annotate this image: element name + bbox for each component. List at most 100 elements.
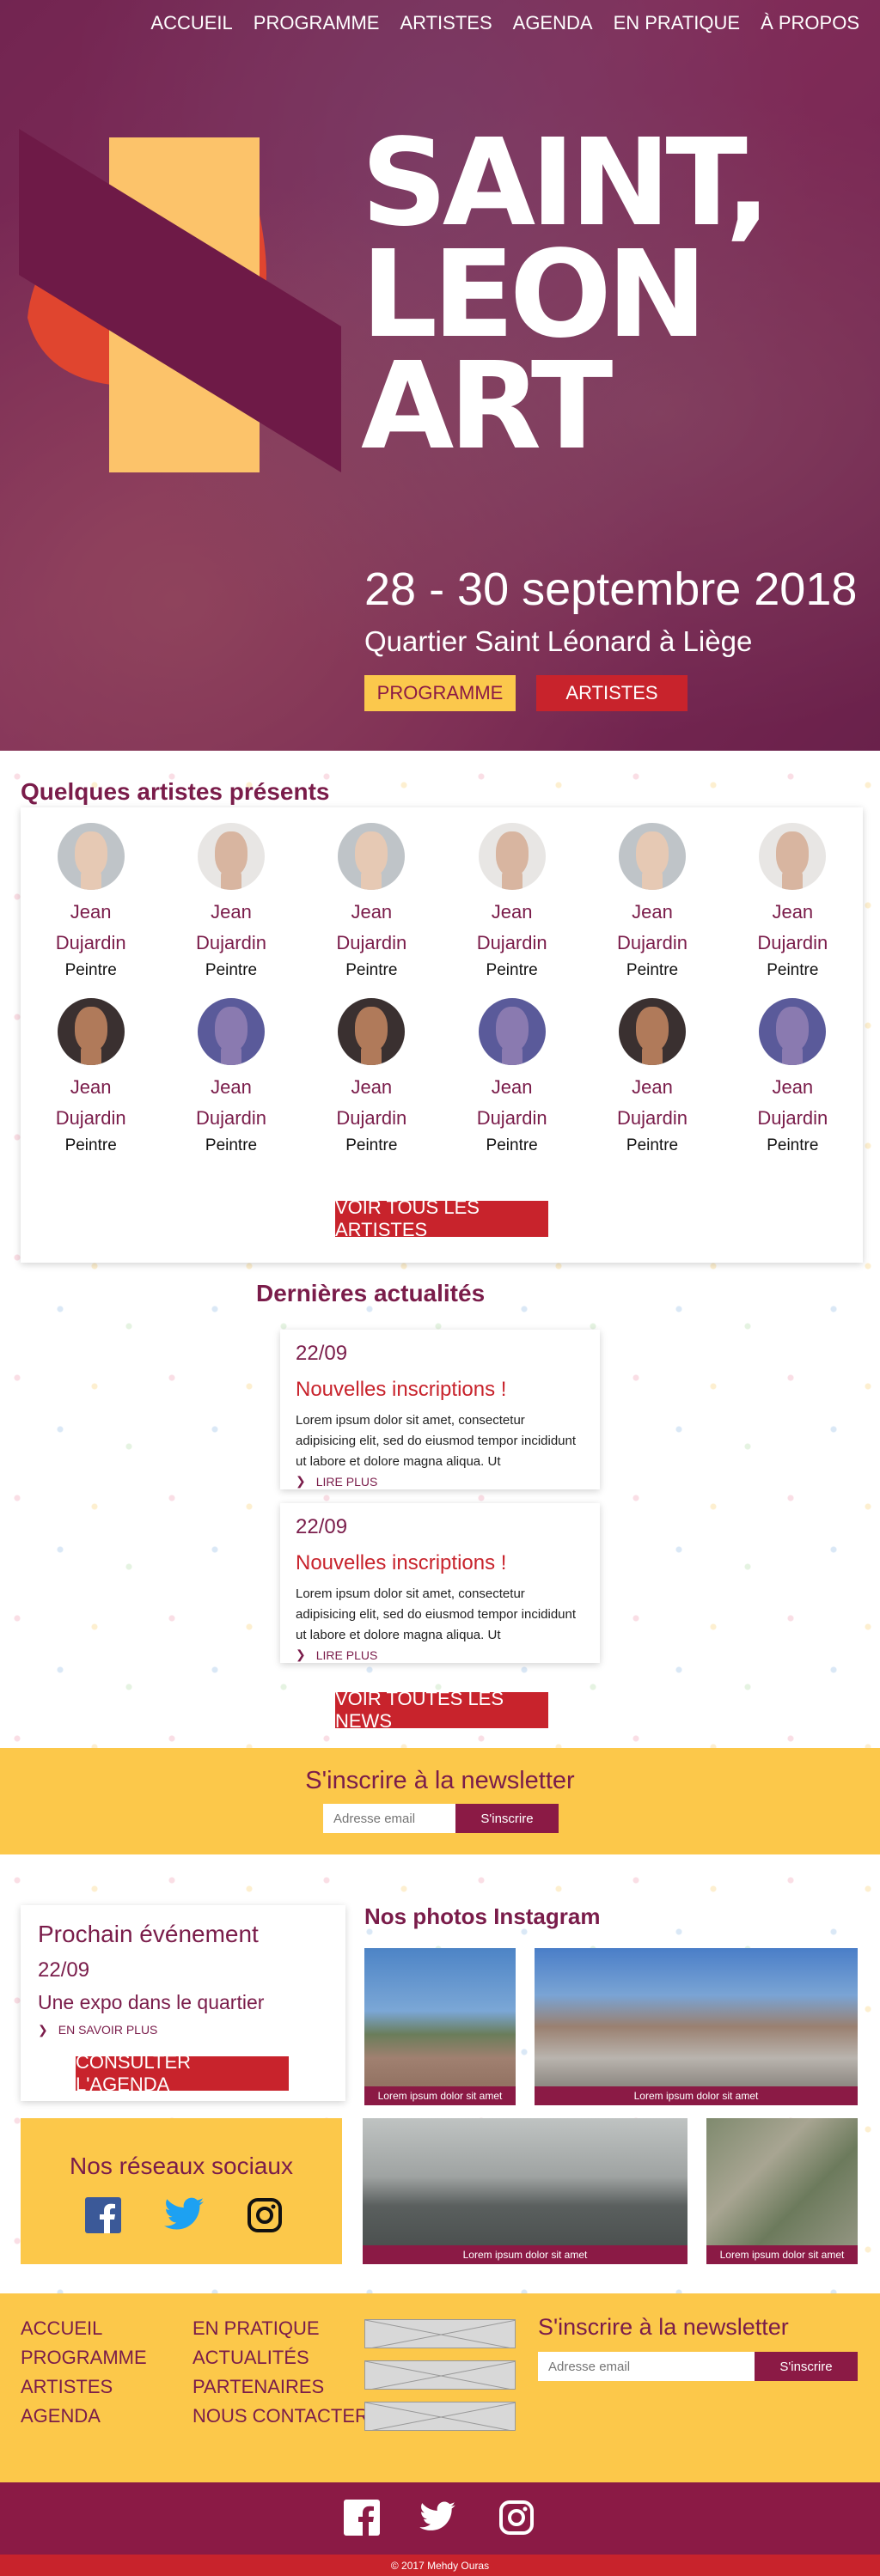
nav-en-pratique[interactable]: EN PRATIQUE <box>614 12 741 34</box>
next-event-card: Prochain événement 22/09 Une expo dans l… <box>21 1905 345 2101</box>
nav-programme[interactable]: PROGRAMME <box>254 12 380 34</box>
footer-link-artistes[interactable]: ARTISTES <box>21 2376 147 2398</box>
newsletter-section: S'inscrire à la newsletter S'inscrire <box>0 1748 880 1854</box>
read-more-link[interactable]: ❯ LIRE PLUS <box>296 1647 584 1662</box>
news-date: 22/09 <box>296 1342 348 1365</box>
chevron-right-icon: ❯ <box>296 1474 306 1488</box>
social-card: Nos réseaux sociaux <box>21 2118 342 2264</box>
news-title[interactable]: Nouvelles inscriptions ! <box>296 1378 584 1402</box>
newsletter-email-input[interactable] <box>323 1804 455 1833</box>
nav-accueil[interactable]: ACCUEIL <box>150 12 232 34</box>
partner-logo-placeholder <box>364 2360 516 2390</box>
artist-name: Jean Dujardin <box>757 1076 828 1129</box>
artist-role: Peintre <box>626 1136 679 1154</box>
artist-item[interactable]: Jean Dujardin Peintre <box>582 998 722 1158</box>
programme-button[interactable]: PROGRAMME <box>364 675 516 711</box>
artist-grid: Jean Dujardin Peintre Jean Dujardin Peintre … <box>21 823 863 1158</box>
chevron-right-icon: ❯ <box>296 1647 306 1661</box>
footer-subscribe-button[interactable]: S'inscrire <box>755 2352 858 2381</box>
footer-links-col-1: ACCUEIL PROGRAMME ARTISTES AGENDA <box>21 2317 147 2427</box>
instagram-photo[interactable]: Lorem ipsum dolor sit amet <box>363 2118 688 2264</box>
nav-artistes[interactable]: ARTISTES <box>400 12 492 34</box>
artist-item[interactable]: Jean Dujardin Peintre <box>442 998 582 1158</box>
news-excerpt: Lorem ipsum dolor sit amet, consectetur … <box>296 1586 577 1642</box>
instagram-heading: Nos photos Instagram <box>364 1903 601 1929</box>
artist-role: Peintre <box>205 1136 258 1154</box>
footer-link-agenda[interactable]: AGENDA <box>21 2405 147 2427</box>
event-description: Une expo dans le quartier <box>38 1991 265 2013</box>
footer: ACCUEIL PROGRAMME ARTISTES AGENDA EN PRA… <box>0 2293 880 2482</box>
hero-title-line-1: SAINT, <box>361 113 771 253</box>
twitter-icon[interactable] <box>419 2501 455 2534</box>
artist-avatar <box>338 823 406 890</box>
artist-name: Jean Dujardin <box>757 901 828 953</box>
artistes-button[interactable]: ARTISTES <box>536 675 688 711</box>
photo-caption: Lorem ipsum dolor sit amet <box>364 2086 516 2105</box>
artist-name: Jean Dujardin <box>336 1076 407 1129</box>
instagram-photo[interactable]: Lorem ipsum dolor sit amet <box>535 1948 858 2105</box>
instagram-icon[interactable] <box>498 2500 535 2536</box>
agenda-button[interactable]: CONSULTER L'AGENDA <box>76 2051 289 2095</box>
footer-link-contact[interactable]: NOUS CONTACTER <box>192 2405 369 2427</box>
artist-avatar <box>478 823 546 890</box>
partner-logo-placeholder <box>364 2319 516 2348</box>
artist-role: Peintre <box>767 1136 819 1154</box>
event-date: 22/09 <box>38 1958 90 1982</box>
social-title: Nos réseaux sociaux <box>70 2153 293 2179</box>
news-card[interactable]: 22/09 Nouvelles inscriptions ! Lorem ips… <box>280 1330 600 1489</box>
footer-newsletter-title: S'inscrire à la newsletter <box>538 2314 789 2340</box>
artist-item[interactable]: Jean Dujardin Peintre <box>21 823 161 983</box>
photo-caption: Lorem ipsum dolor sit amet <box>706 2245 858 2264</box>
artist-item[interactable]: Jean Dujardin Peintre <box>161 823 301 983</box>
footer-link-accueil[interactable]: ACCUEIL <box>21 2317 147 2340</box>
nav-agenda[interactable]: AGENDA <box>513 12 593 34</box>
instagram-photo[interactable]: Lorem ipsum dolor sit amet <box>706 2118 858 2264</box>
artist-item[interactable]: Jean Dujardin Peintre <box>21 998 161 1158</box>
hero-section: ACCUEIL PROGRAMME ARTISTES AGENDA EN PRA… <box>0 0 880 751</box>
footer-links-col-2: EN PRATIQUE ACTUALITÉS PARTENAIRES NOUS … <box>192 2317 369 2427</box>
artist-item[interactable]: Jean Dujardin Peintre <box>442 823 582 983</box>
artist-item[interactable]: Jean Dujardin Peintre <box>161 998 301 1158</box>
facebook-icon[interactable] <box>85 2197 121 2233</box>
newsletter-submit-button[interactable]: S'inscrire <box>455 1804 559 1833</box>
artist-item[interactable]: Jean Dujardin Peintre <box>582 823 722 983</box>
news-card[interactable]: 22/09 Nouvelles inscriptions ! Lorem ips… <box>280 1503 600 1663</box>
artist-item[interactable]: Jean Dujardin Peintre <box>723 823 863 983</box>
footer-link-programme[interactable]: PROGRAMME <box>21 2347 147 2369</box>
artist-avatar <box>57 998 125 1065</box>
artist-item[interactable]: Jean Dujardin Peintre <box>302 998 442 1158</box>
all-news-button[interactable]: VOIR TOUTES LES NEWS <box>335 1688 548 1732</box>
artist-item[interactable]: Jean Dujardin Peintre <box>302 823 442 983</box>
footer-link-en-pratique[interactable]: EN PRATIQUE <box>192 2317 369 2340</box>
artist-role: Peintre <box>64 1136 117 1154</box>
twitter-icon[interactable] <box>164 2197 204 2233</box>
artist-avatar <box>197 823 265 890</box>
artist-name: Jean Dujardin <box>196 1076 266 1129</box>
artist-role: Peintre <box>486 961 538 979</box>
festival-dates: 28 - 30 septembre 2018 <box>364 563 858 615</box>
read-more-link[interactable]: ❯ LIRE PLUS <box>296 1474 584 1489</box>
artist-name: Jean Dujardin <box>196 901 266 953</box>
footer-link-actualites[interactable]: ACTUALITÉS <box>192 2347 369 2369</box>
artist-name: Jean Dujardin <box>617 1076 688 1129</box>
artist-avatar <box>57 823 125 890</box>
learn-more-link[interactable]: ❯ EN SAVOIR PLUS <box>38 2023 328 2037</box>
artist-avatar <box>338 998 406 1065</box>
news-title[interactable]: Nouvelles inscriptions ! <box>296 1551 584 1575</box>
artist-role: Peintre <box>345 961 398 979</box>
instagram-icon[interactable] <box>247 2197 283 2233</box>
artist-name: Jean Dujardin <box>55 901 126 953</box>
artist-name: Jean Dujardin <box>476 1076 547 1129</box>
artist-avatar <box>478 998 546 1065</box>
artists-heading: Quelques artistes présents <box>21 778 330 805</box>
chevron-right-icon: ❯ <box>38 2023 48 2037</box>
footer-link-partenaires[interactable]: PARTENAIRES <box>192 2376 369 2398</box>
nav-a-propos[interactable]: À PROPOS <box>761 12 859 34</box>
all-artists-button[interactable]: VOIR TOUS LES ARTISTES <box>335 1197 548 1240</box>
footer-email-input[interactable] <box>538 2352 755 2381</box>
artist-avatar <box>197 998 265 1065</box>
artist-item[interactable]: Jean Dujardin Peintre <box>723 998 863 1158</box>
festival-location: Quartier Saint Léonard à Liège <box>364 625 753 657</box>
facebook-icon[interactable] <box>344 2500 380 2536</box>
instagram-photo[interactable]: Lorem ipsum dolor sit amet <box>364 1948 516 2105</box>
